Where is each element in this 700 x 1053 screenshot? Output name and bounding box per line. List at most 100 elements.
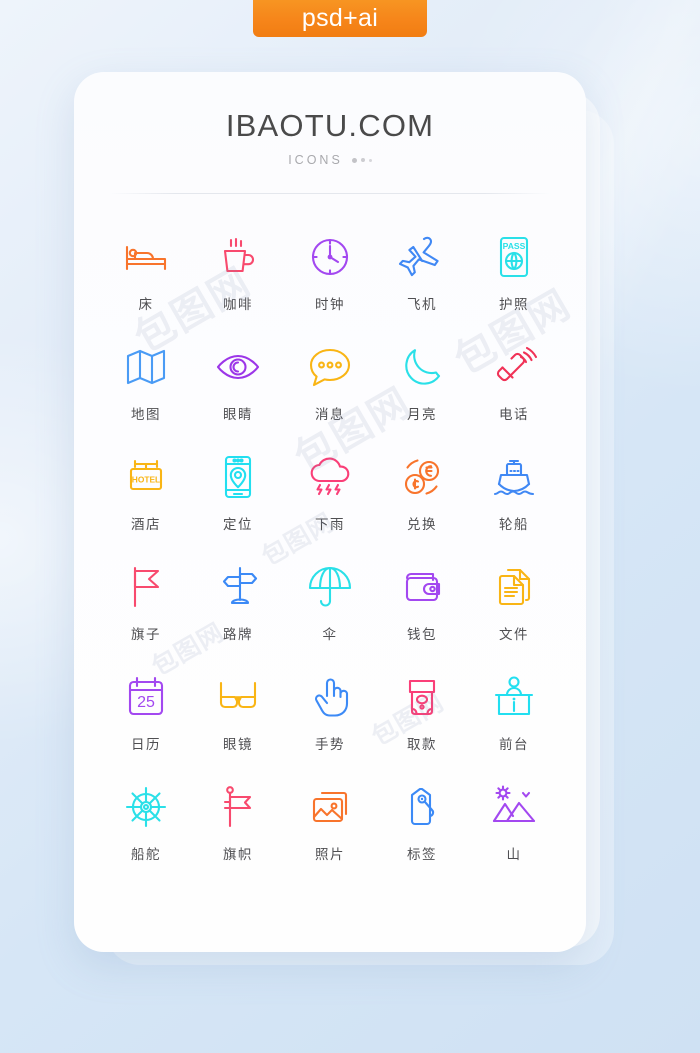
icon-label: 护照 bbox=[499, 297, 529, 313]
icon-label: 眼镜 bbox=[223, 737, 253, 753]
icon-cell-documents[interactable]: 文件 bbox=[468, 558, 560, 649]
icon-cell-hotel[interactable]: HOTEL 酒店 bbox=[100, 448, 192, 539]
icon-cell-reception[interactable]: 前台 bbox=[468, 668, 560, 759]
icon-label: 轮船 bbox=[499, 517, 529, 533]
banner-icon[interactable] bbox=[209, 778, 267, 836]
icon-label: 前台 bbox=[499, 737, 529, 753]
eye-icon[interactable] bbox=[209, 338, 267, 396]
icon-label: 山 bbox=[506, 847, 522, 863]
icon-label: 电话 bbox=[499, 407, 529, 423]
calendar-icon[interactable]: 25 bbox=[117, 668, 175, 726]
icon-label: 定位 bbox=[223, 517, 253, 533]
icon-cell-ship-wheel[interactable]: 船舵 bbox=[100, 778, 192, 869]
icon-set-card: IBAOTU.COM ICONS 床 咖啡 时钟 飞机 PASS 护照地图 眼睛 消息 月亮 电话… bbox=[74, 72, 586, 952]
icon-cell-location[interactable]: 定位 bbox=[192, 448, 284, 539]
ship-wheel-icon[interactable] bbox=[117, 778, 175, 836]
reception-icon[interactable] bbox=[485, 668, 543, 726]
icon-cell-message[interactable]: 消息 bbox=[284, 338, 376, 429]
exchange-icon[interactable] bbox=[393, 448, 451, 506]
icon-cell-ship[interactable]: 轮船 bbox=[468, 448, 560, 539]
icon-label: 钱包 bbox=[407, 627, 437, 643]
icon-label: 伞 bbox=[322, 627, 338, 643]
ship-icon[interactable] bbox=[485, 448, 543, 506]
airplane-icon[interactable] bbox=[393, 228, 451, 286]
documents-icon[interactable] bbox=[485, 558, 543, 616]
subtitle-row: ICONS bbox=[74, 153, 586, 167]
icon-cell-rain[interactable]: 下雨 bbox=[284, 448, 376, 539]
card-header: IBAOTU.COM ICONS bbox=[74, 72, 586, 167]
umbrella-icon[interactable] bbox=[301, 558, 359, 616]
svg-text:HOTEL: HOTEL bbox=[132, 475, 160, 485]
icon-cell-airplane[interactable]: 飞机 bbox=[376, 228, 468, 319]
icon-label: 兑换 bbox=[407, 517, 437, 533]
road-sign-icon[interactable] bbox=[209, 558, 267, 616]
icon-label: 眼睛 bbox=[223, 407, 253, 423]
icon-cell-exchange[interactable]: 兑换 bbox=[376, 448, 468, 539]
flag-icon[interactable] bbox=[117, 558, 175, 616]
icon-label: 床 bbox=[138, 297, 154, 313]
icon-label: 旗子 bbox=[131, 627, 161, 643]
icon-cell-tag[interactable]: 标签 bbox=[376, 778, 468, 869]
icon-grid: 床 咖啡 时钟 飞机 PASS 护照地图 眼睛 消息 月亮 电话 HOTEL 酒店 定位 下雨 兑换 轮船旗子… bbox=[74, 228, 586, 869]
rain-icon[interactable] bbox=[301, 448, 359, 506]
icon-label: 标签 bbox=[407, 847, 437, 863]
icon-cell-map[interactable]: 地图 bbox=[100, 338, 192, 429]
icon-label: 消息 bbox=[315, 407, 345, 423]
message-icon[interactable] bbox=[301, 338, 359, 396]
icon-label: 地图 bbox=[131, 407, 161, 423]
icon-label: 下雨 bbox=[315, 517, 345, 533]
gesture-icon[interactable] bbox=[301, 668, 359, 726]
icon-cell-moon[interactable]: 月亮 bbox=[376, 338, 468, 429]
clock-icon[interactable] bbox=[301, 228, 359, 286]
hotel-icon[interactable]: HOTEL bbox=[117, 448, 175, 506]
mountain-icon[interactable] bbox=[485, 778, 543, 836]
glasses-icon[interactable] bbox=[209, 668, 267, 726]
icon-cell-coffee[interactable]: 咖啡 bbox=[192, 228, 284, 319]
icon-cell-phone[interactable]: 电话 bbox=[468, 338, 560, 429]
icon-label: 照片 bbox=[315, 847, 345, 863]
icon-cell-glasses[interactable]: 眼镜 bbox=[192, 668, 284, 759]
icon-label: 月亮 bbox=[407, 407, 437, 423]
icon-label: 日历 bbox=[131, 737, 161, 753]
icon-cell-calendar[interactable]: 25 日历 bbox=[100, 668, 192, 759]
icon-cell-umbrella[interactable]: 伞 bbox=[284, 558, 376, 649]
map-icon[interactable] bbox=[117, 338, 175, 396]
icon-label: 取款 bbox=[407, 737, 437, 753]
icon-cell-clock[interactable]: 时钟 bbox=[284, 228, 376, 319]
icon-cell-flag[interactable]: 旗子 bbox=[100, 558, 192, 649]
icon-cell-bed[interactable]: 床 bbox=[100, 228, 192, 319]
format-badge: psd+ai bbox=[253, 0, 427, 37]
icon-cell-gesture[interactable]: 手势 bbox=[284, 668, 376, 759]
icon-label: 飞机 bbox=[407, 297, 437, 313]
header-divider bbox=[109, 193, 551, 194]
page-title: IBAOTU.COM bbox=[225, 108, 435, 143]
icon-cell-atm[interactable]: 取款 bbox=[376, 668, 468, 759]
page-subtitle: ICONS bbox=[288, 153, 343, 167]
icon-cell-wallet[interactable]: 钱包 bbox=[376, 558, 468, 649]
photo-icon[interactable] bbox=[301, 778, 359, 836]
icon-cell-mountain[interactable]: 山 bbox=[468, 778, 560, 869]
atm-icon[interactable] bbox=[393, 668, 451, 726]
icon-cell-banner[interactable]: 旗帜 bbox=[192, 778, 284, 869]
icon-cell-eye[interactable]: 眼睛 bbox=[192, 338, 284, 429]
icon-label: 文件 bbox=[499, 627, 529, 643]
icon-label: 酒店 bbox=[131, 517, 161, 533]
icon-cell-road-sign[interactable]: 路牌 bbox=[192, 558, 284, 649]
icon-cell-photo[interactable]: 照片 bbox=[284, 778, 376, 869]
bed-icon[interactable] bbox=[117, 228, 175, 286]
passport-icon[interactable]: PASS bbox=[485, 228, 543, 286]
svg-text:PASS: PASS bbox=[503, 241, 526, 251]
location-icon[interactable] bbox=[209, 448, 267, 506]
coffee-icon[interactable] bbox=[209, 228, 267, 286]
icon-label: 时钟 bbox=[315, 297, 345, 313]
icon-label: 手势 bbox=[315, 737, 345, 753]
svg-text:25: 25 bbox=[137, 694, 155, 711]
icon-label: 路牌 bbox=[223, 627, 253, 643]
icon-label: 旗帜 bbox=[223, 847, 253, 863]
phone-icon[interactable] bbox=[485, 338, 543, 396]
moon-icon[interactable] bbox=[393, 338, 451, 396]
tag-icon[interactable] bbox=[393, 778, 451, 836]
wallet-icon[interactable] bbox=[393, 558, 451, 616]
icon-cell-passport[interactable]: PASS 护照 bbox=[468, 228, 560, 319]
dots-ornament bbox=[351, 157, 372, 163]
